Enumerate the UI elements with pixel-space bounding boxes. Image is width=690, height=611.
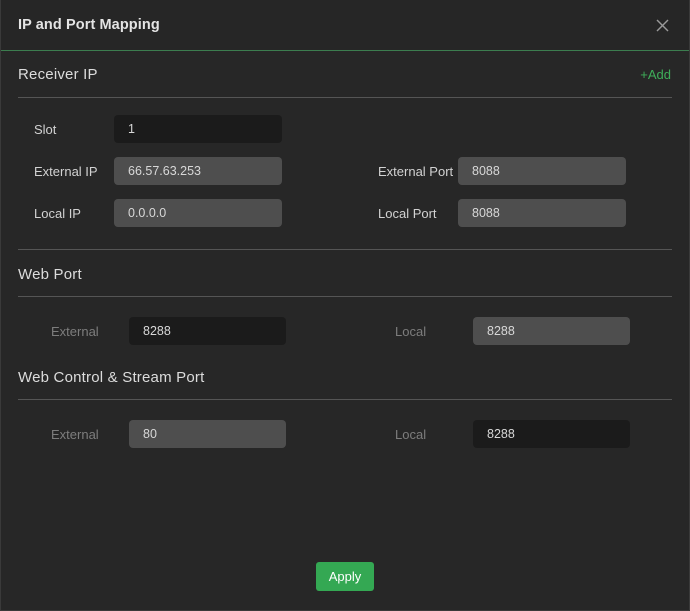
label-local-ip: Local IP	[34, 205, 81, 221]
cell-wcs-external: External 80	[1, 420, 345, 448]
ip-port-mapping-dialog: IP and Port Mapping Receiver IP +Add Slo…	[0, 0, 690, 611]
label-slot: Slot	[34, 121, 57, 137]
cell-slot: Slot 1	[1, 115, 345, 143]
row-local-ip: Local IP 0.0.0.0 Local Port 8088	[1, 192, 689, 234]
label-external-ip: External IP	[34, 163, 98, 179]
cell-local-ip: Local IP 0.0.0.0	[1, 199, 345, 227]
cell-web-port-external: External 8288	[1, 317, 345, 345]
external-port-input[interactable]: 8088	[458, 157, 626, 185]
cell-web-port-local: Local 8288	[345, 317, 689, 345]
wcs-external-input[interactable]: 80	[129, 420, 286, 448]
external-ip-input[interactable]: 66.57.63.253	[114, 157, 282, 185]
local-ip-input[interactable]: 0.0.0.0	[114, 199, 282, 227]
label-wcs-local: Local	[395, 426, 427, 442]
section-web-port: Web Port External 8288 Local 8288	[1, 252, 689, 353]
row-slot: Slot 1	[1, 108, 689, 150]
label-web-port-local: Local	[395, 323, 427, 339]
section-web-control-stream-port-header: Web Control & Stream Port	[1, 355, 689, 399]
cell-local-port: Local Port 8088	[345, 199, 689, 227]
label-web-port-external: External	[51, 323, 99, 339]
section-title-web-port: Web Port	[18, 265, 82, 283]
row-web-control-stream-port: External 80 Local 8288	[1, 412, 689, 456]
divider-receiver-ip-bottom	[18, 249, 672, 250]
close-icon[interactable]	[649, 12, 675, 38]
section-title-web-control-stream-port: Web Control & Stream Port	[18, 368, 205, 386]
row-external-ip: External IP 66.57.63.253 External Port 8…	[1, 150, 689, 192]
section-web-port-header: Web Port	[1, 252, 689, 296]
cell-external-port: External Port 8088	[345, 157, 689, 185]
cell-wcs-local: Local 8288	[345, 420, 689, 448]
row-web-port: External 8288 Local 8288	[1, 309, 689, 353]
label-external-port: External Port	[378, 163, 454, 179]
dialog-footer: Apply	[1, 562, 689, 610]
wcs-local-input[interactable]: 8288	[473, 420, 630, 448]
dialog-titlebar: IP and Port Mapping	[1, 0, 689, 51]
label-wcs-external: External	[51, 426, 99, 442]
divider-web-control-stream-port	[18, 399, 672, 400]
receiver-ip-fields: Slot 1 External IP 66.57.63.253 External…	[1, 98, 689, 234]
label-local-port: Local Port	[378, 205, 437, 221]
section-receiver-ip-header: Receiver IP +Add	[1, 51, 689, 97]
divider-web-port	[18, 296, 672, 297]
section-web-control-stream-port: Web Control & Stream Port External 80 Lo…	[1, 355, 689, 456]
web-port-local-input[interactable]: 8288	[473, 317, 630, 345]
slot-input[interactable]: 1	[114, 115, 282, 143]
dialog-body: Receiver IP +Add Slot 1 External IP 66.5…	[1, 51, 689, 562]
section-title-receiver-ip: Receiver IP	[18, 65, 98, 83]
dialog-title: IP and Port Mapping	[18, 17, 160, 33]
add-receiver-ip-button[interactable]: +Add	[639, 65, 672, 84]
local-port-input[interactable]: 8088	[458, 199, 626, 227]
cell-external-ip: External IP 66.57.63.253	[1, 157, 345, 185]
apply-button[interactable]: Apply	[316, 562, 374, 591]
web-port-external-input[interactable]: 8288	[129, 317, 286, 345]
